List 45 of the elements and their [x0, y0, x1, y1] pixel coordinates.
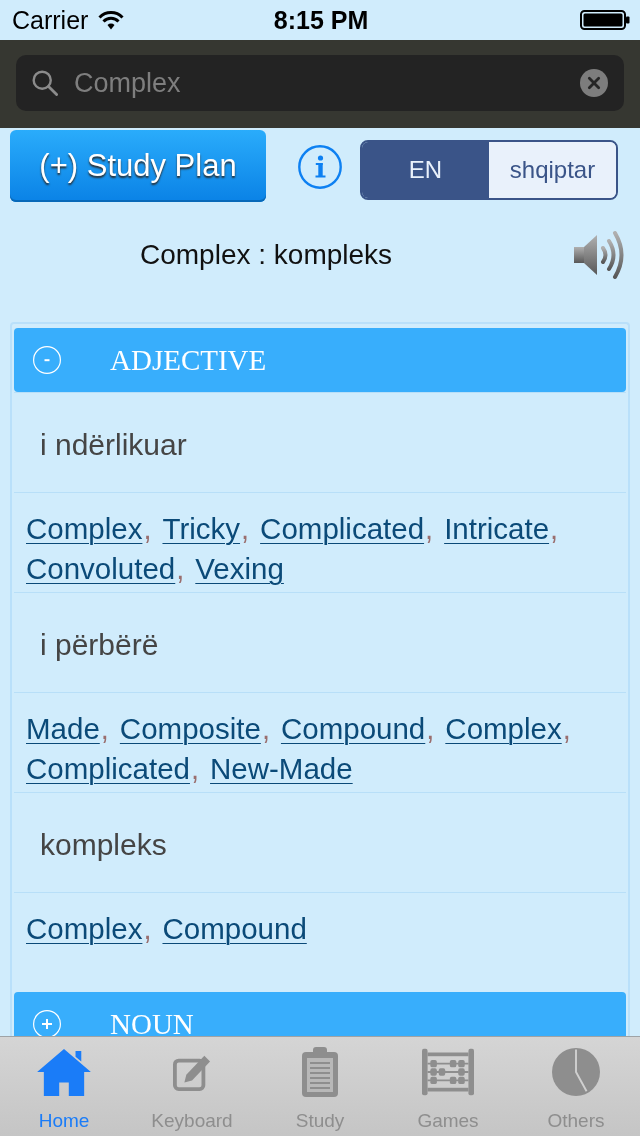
search-icon	[32, 70, 58, 96]
carrier-name: Carrier	[12, 5, 89, 35]
separator-comma: ,	[100, 712, 109, 747]
separator-comma: ,	[176, 552, 185, 587]
synonym-link[interactable]: Compound	[162, 909, 307, 949]
clear-icon[interactable]	[580, 69, 608, 97]
separator-comma: ,	[241, 512, 250, 547]
synonym-link[interactable]: Composite	[119, 709, 261, 749]
separator-comma: ,	[562, 712, 571, 747]
separator-comma: ,	[143, 912, 152, 947]
synonym-link[interactable]: Made	[26, 709, 100, 749]
separator-comma: ,	[261, 712, 270, 747]
language-segment[interactable]: shqiptar	[489, 142, 616, 198]
info-icon[interactable]	[298, 145, 342, 189]
status-time: 8:15 PM	[273, 5, 369, 35]
synonym-link[interactable]: Compound	[280, 709, 426, 749]
translation-text: i përbërë	[40, 627, 159, 662]
synonym-link[interactable]: Vexing	[195, 549, 284, 589]
synonym-link[interactable]: Complex	[26, 909, 143, 949]
headword-text: Complex : kompleks	[140, 239, 393, 271]
battery-icon	[580, 10, 630, 30]
clipboard-icon	[302, 1047, 338, 1097]
synonym-link[interactable]: Complex	[445, 709, 562, 749]
translation-text: kompleks	[40, 827, 167, 862]
separator-comma: ,	[143, 512, 152, 547]
abacus-icon	[422, 1048, 474, 1096]
pencil-square-icon	[173, 1053, 211, 1091]
synonym-link[interactable]: Convoluted	[26, 549, 176, 589]
synonym-link[interactable]: Complicated	[26, 749, 190, 789]
synonym-link[interactable]: New-Made	[210, 749, 353, 789]
home-icon	[37, 1048, 91, 1096]
speaker-icon[interactable]	[574, 229, 626, 281]
wifi-icon	[98, 10, 125, 30]
separator-comma: ,	[426, 712, 435, 747]
separator-comma: ,	[550, 512, 559, 547]
search-field[interactable]: Complex	[16, 55, 624, 111]
language-segment[interactable]: EN	[362, 142, 489, 198]
clock-icon	[552, 1048, 600, 1096]
separator-comma: ,	[425, 512, 434, 547]
synonym-link[interactable]: Intricate	[444, 509, 550, 549]
synonym-link[interactable]: Complex	[26, 509, 143, 549]
separator-comma: ,	[190, 752, 200, 787]
synonym-link[interactable]: Complicated	[260, 509, 425, 549]
synonym-link[interactable]: Tricky	[162, 509, 241, 549]
translation-text: i ndërlikuar	[40, 427, 187, 462]
